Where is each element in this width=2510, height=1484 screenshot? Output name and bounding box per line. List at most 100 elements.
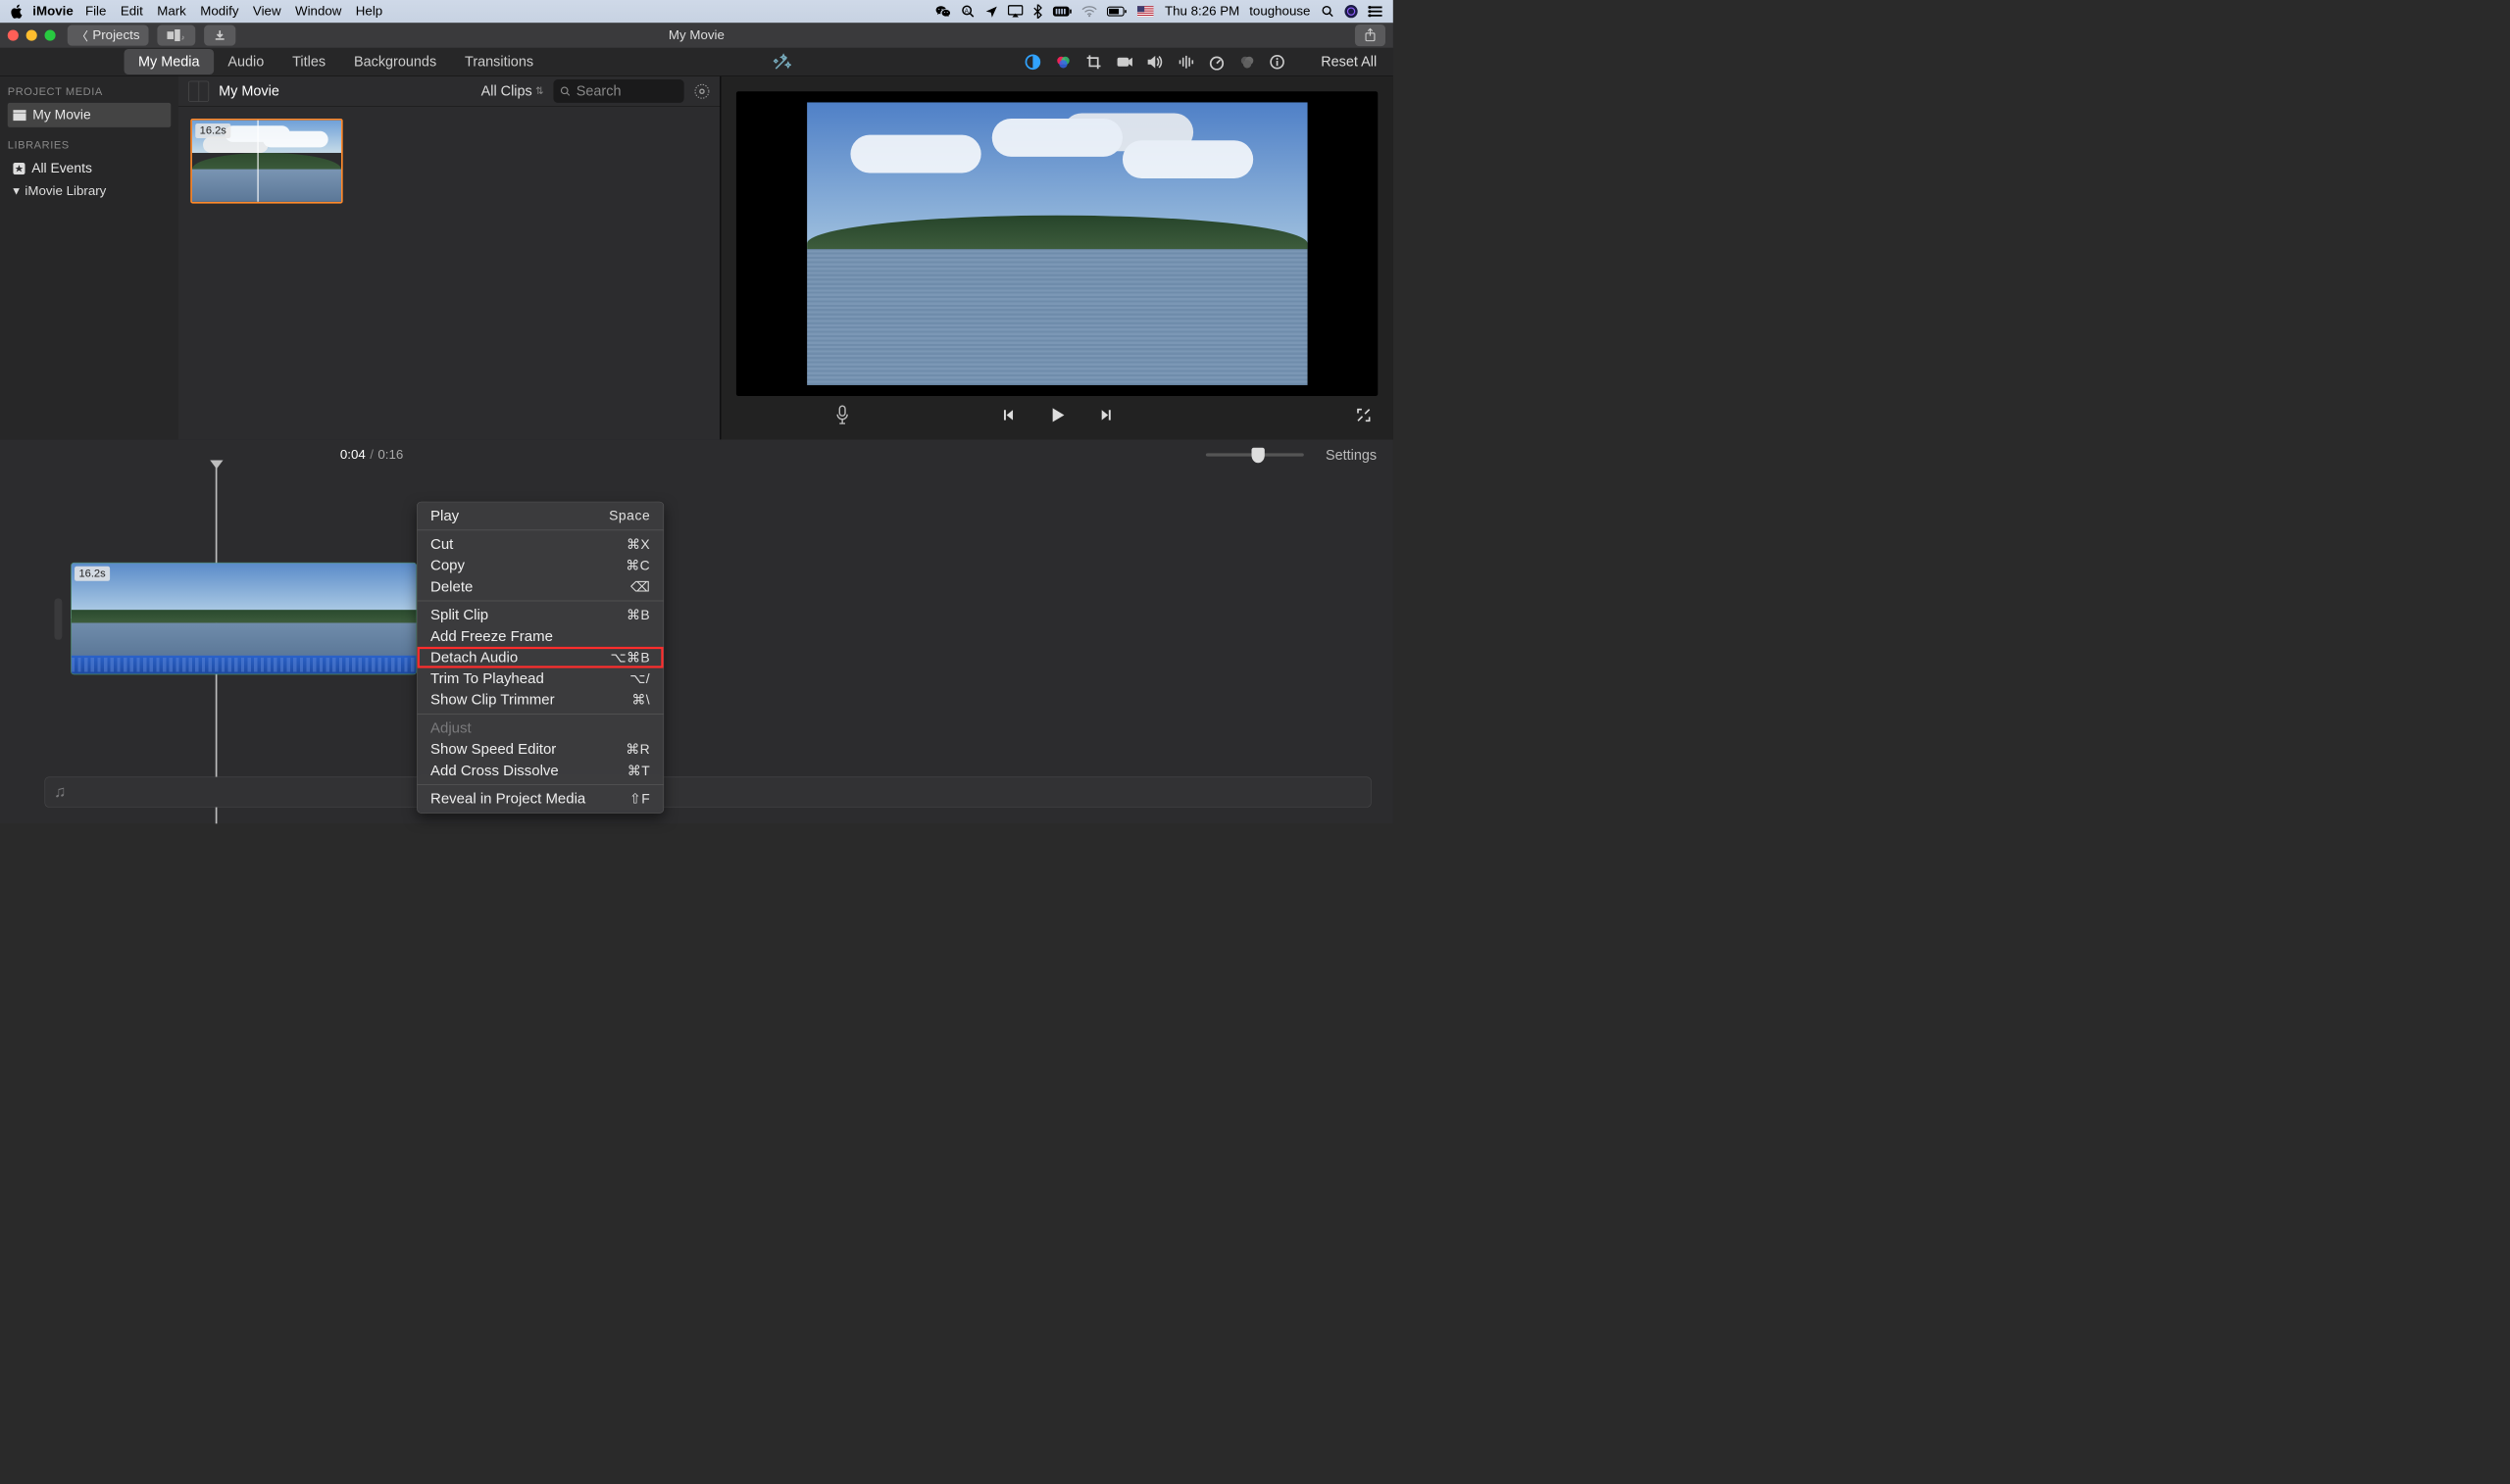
ctx-detach-audio[interactable]: Detach Audio⌥⌘B <box>418 647 664 668</box>
zoom-knob[interactable] <box>1252 448 1265 464</box>
menu-edit[interactable]: Edit <box>121 4 143 20</box>
tab-backgrounds[interactable]: Backgrounds <box>340 49 451 74</box>
tab-my-media[interactable]: My Media <box>125 49 214 74</box>
top-toolbar: My Media Audio Titles Backgrounds Transi… <box>0 48 1393 76</box>
spotlight-status-icon[interactable]: A <box>961 4 975 18</box>
filter-label: All Clips <box>481 82 532 99</box>
timeline-settings-button[interactable]: Settings <box>1326 446 1377 463</box>
battery-status-icon[interactable] <box>1107 6 1128 17</box>
filters-icon[interactable] <box>1239 54 1256 71</box>
menu-window[interactable]: Window <box>295 4 341 20</box>
menu-file[interactable]: File <box>85 4 106 20</box>
search-menubar-icon[interactable] <box>1322 5 1334 18</box>
timeline-header: 0:04 / 0:16 Settings <box>0 439 1393 470</box>
search-placeholder: Search <box>577 82 622 99</box>
share-button[interactable] <box>1355 25 1385 46</box>
audio-waveform <box>72 656 417 674</box>
window-title: My Movie <box>669 27 725 43</box>
list-view-toggle[interactable] <box>188 80 209 101</box>
location-status-icon[interactable] <box>985 5 998 18</box>
wand-icon[interactable] <box>773 53 791 72</box>
zoom-slider[interactable] <box>1206 453 1304 456</box>
music-track-well[interactable]: ♫ <box>45 777 1372 808</box>
prev-frame-button[interactable] <box>1000 408 1016 423</box>
media-browser: My Movie All Clips ⇅ Search 16.2s <box>178 76 721 440</box>
volume-icon[interactable] <box>1147 54 1165 70</box>
sidebar-item-all-events[interactable]: All Events <box>8 156 172 180</box>
sidebar-item-label: All Events <box>31 161 92 176</box>
stabilize-icon[interactable] <box>1117 55 1133 69</box>
library-view-button[interactable]: ♪ <box>157 25 195 46</box>
menubar-username[interactable]: toughouse <box>1249 4 1310 20</box>
ctx-cut[interactable]: Cut⌘X <box>418 533 664 555</box>
video-frame <box>807 102 1308 385</box>
sidebar-header-project-media: PROJECT MEDIA <box>8 86 172 99</box>
next-frame-button[interactable] <box>1099 408 1115 423</box>
projects-back-button[interactable]: 〈 Projects <box>68 25 149 46</box>
crop-icon[interactable] <box>1085 54 1102 71</box>
notification-center-icon[interactable] <box>1368 6 1381 18</box>
battery-menu-icon[interactable] <box>1053 6 1073 17</box>
bluetooth-status-icon[interactable] <box>1033 4 1043 18</box>
ctx-delete[interactable]: Delete⌫ <box>418 576 664 598</box>
speed-icon[interactable] <box>1209 54 1226 71</box>
timeline-tracks[interactable]: 16.2s ♫ PlaySpace Cut⌘X Copy⌘C Delete⌫ S… <box>0 470 1393 824</box>
sidebar-item-my-movie[interactable]: My Movie <box>8 103 172 127</box>
window-minimize-button[interactable] <box>26 30 37 41</box>
info-icon[interactable] <box>1270 54 1285 70</box>
tab-audio[interactable]: Audio <box>214 49 278 74</box>
color-balance-icon[interactable] <box>1025 54 1041 71</box>
chevron-left-icon: 〈 <box>76 26 88 44</box>
disclosure-triangle-icon[interactable]: ▼ <box>11 185 22 198</box>
app-name[interactable]: iMovie <box>32 4 73 20</box>
sidebar-item-library[interactable]: ▼ iMovie Library <box>8 180 172 202</box>
browser-settings-button[interactable] <box>694 83 711 100</box>
wifi-status-icon[interactable] <box>1082 6 1098 18</box>
search-field[interactable]: Search <box>553 79 683 103</box>
siri-icon[interactable] <box>1344 4 1358 18</box>
menu-modify[interactable]: Modify <box>200 4 238 20</box>
ctx-freeze[interactable]: Add Freeze Frame <box>418 625 664 647</box>
ctx-copy[interactable]: Copy⌘C <box>418 555 664 576</box>
tab-titles[interactable]: Titles <box>278 49 340 74</box>
ctx-split[interactable]: Split Clip⌘B <box>418 605 664 626</box>
menu-help[interactable]: Help <box>356 4 382 20</box>
ctx-cross[interactable]: Add Cross Dissolve⌘T <box>418 760 664 781</box>
wechat-status-icon[interactable] <box>935 4 952 18</box>
clip-insert-handle[interactable] <box>55 599 63 640</box>
import-button[interactable] <box>204 25 235 46</box>
window-close-button[interactable] <box>8 30 19 41</box>
window-zoom-button[interactable] <box>45 30 56 41</box>
ctx-reveal[interactable]: Reveal in Project Media⇧F <box>418 788 664 810</box>
menu-mark[interactable]: Mark <box>157 4 186 20</box>
apple-logo-icon[interactable] <box>11 4 23 18</box>
tab-transitions[interactable]: Transitions <box>451 49 548 74</box>
ctx-play[interactable]: PlaySpace <box>418 506 664 527</box>
fullscreen-button[interactable] <box>1356 408 1372 423</box>
noise-reduction-icon[interactable] <box>1179 55 1195 69</box>
timeline-clip[interactable]: 16.2s <box>71 563 417 674</box>
adjust-tools: Reset All <box>1025 53 1393 70</box>
chevron-updown-icon: ⇅ <box>535 85 543 97</box>
clip-filter-dropdown[interactable]: All Clips ⇅ <box>481 82 544 99</box>
source-tabs: My Media Audio Titles Backgrounds Transi… <box>125 49 548 74</box>
menu-view[interactable]: View <box>253 4 281 20</box>
reset-all-button[interactable]: Reset All <box>1321 53 1377 70</box>
video-viewer[interactable] <box>736 91 1378 396</box>
sidebar-item-label: My Movie <box>32 107 90 123</box>
ctx-speed[interactable]: Show Speed Editor⌘R <box>418 739 664 761</box>
timeline-clip-duration: 16.2s <box>75 567 110 581</box>
traffic-lights <box>8 30 56 41</box>
browser-title: My Movie <box>219 82 279 99</box>
sidebar-header-libraries: LIBRARIES <box>8 139 172 152</box>
time-total: 0:16 <box>377 447 403 463</box>
voiceover-button[interactable] <box>835 405 849 424</box>
menubar-clock[interactable]: Thu 8:26 PM <box>1165 4 1239 20</box>
airplay-status-icon[interactable] <box>1008 5 1024 18</box>
color-correction-icon[interactable] <box>1055 54 1072 71</box>
ctx-trimmer[interactable]: Show Clip Trimmer⌘\ <box>418 689 664 711</box>
browser-clip[interactable]: 16.2s <box>190 119 342 204</box>
ctx-trim[interactable]: Trim To Playhead⌥/ <box>418 668 664 690</box>
play-button[interactable] <box>1048 406 1067 424</box>
flag-us-icon[interactable] <box>1137 6 1154 17</box>
